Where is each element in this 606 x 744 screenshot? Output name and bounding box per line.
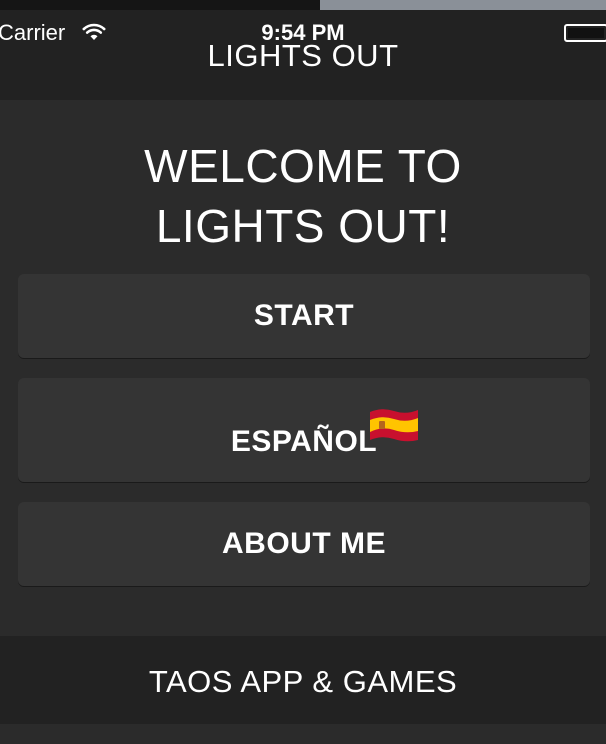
battery-level [568, 28, 604, 38]
footer: TAOS APP & GAMES [0, 636, 606, 724]
about-me-button[interactable]: ABOUT ME [18, 502, 590, 586]
start-button-label: START [253, 299, 355, 332]
spain-flag-icon [370, 409, 418, 442]
header: Carrier 9:54 PM LIGHTS OUT [0, 10, 606, 100]
espanol-button[interactable]: ESPAÑOL [18, 378, 590, 482]
bottom-strip [0, 724, 606, 744]
about-me-button-label: ABOUT ME [222, 527, 386, 560]
welcome-heading: WELCOME TO LIGHTS OUT! [0, 136, 606, 256]
top-strip [0, 0, 606, 10]
footer-text: TAOS APP & GAMES [148, 664, 458, 699]
top-strip-light [320, 0, 606, 10]
nav-title: LIGHTS OUT [207, 38, 399, 73]
welcome-line-1: WELCOME TO [144, 140, 462, 192]
app-screen: Carrier 9:54 PM LIGHTS OUT WELCOME TO LI… [0, 0, 606, 744]
start-button[interactable]: START [18, 274, 590, 358]
espanol-button-label: ESPAÑOL [230, 425, 378, 458]
welcome-line-2: LIGHTS OUT! [155, 200, 451, 252]
